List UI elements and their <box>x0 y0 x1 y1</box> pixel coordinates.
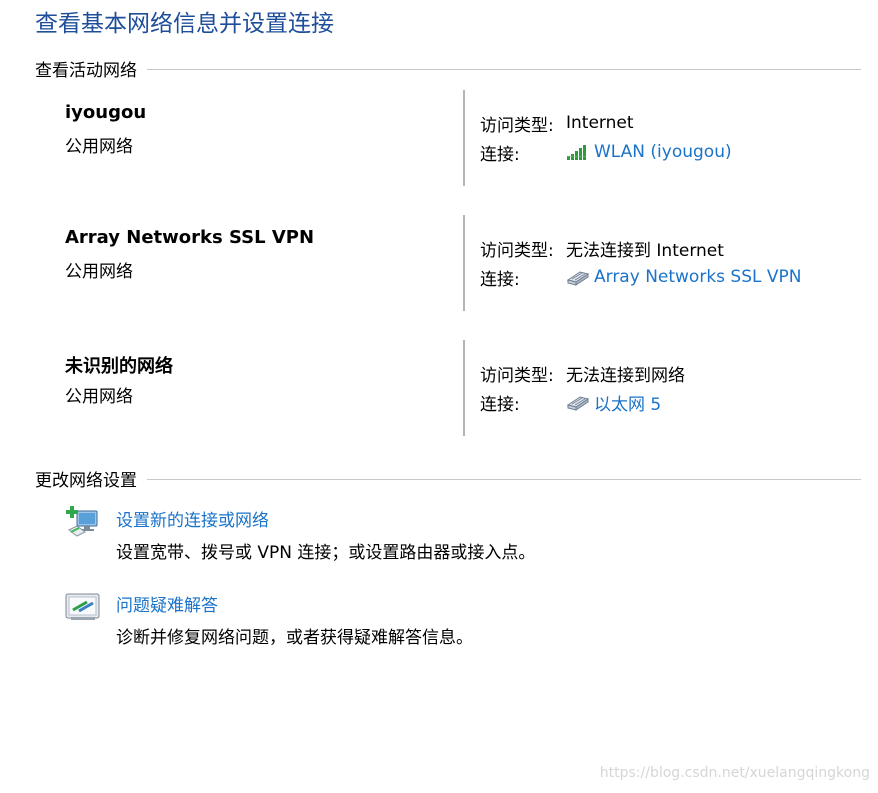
network-name: Array Networks SSL VPN <box>65 227 315 248</box>
new-connection-link[interactable]: 设置新的连接或网络 <box>116 506 269 531</box>
connection-link[interactable]: WLAN (iyougou) <box>594 142 732 162</box>
section-rule <box>147 68 861 70</box>
access-type-value: 无法连接到网络 <box>566 365 685 386</box>
network-name: iyougou <box>65 102 147 123</box>
access-type-row: 访问类型: 无法连接到 Internet <box>480 236 724 261</box>
task-item: 问题疑难解答 诊断并修复网络问题，或者获得疑难解答信息。 <box>0 591 878 651</box>
network-entry: Array Networks SSL VPN 公用网络 访问类型: 无法连接到 … <box>0 215 878 311</box>
network-category[interactable]: 公用网络 <box>65 382 133 407</box>
network-name: 未识别的网络 <box>65 356 173 377</box>
network-category[interactable]: 公用网络 <box>65 132 133 157</box>
vertical-divider <box>463 90 465 186</box>
network-details: 访问类型: 无法连接到网络 连接: 以太网 5 <box>480 340 870 436</box>
ethernet-icon <box>566 392 594 412</box>
ethernet-icon <box>566 267 594 287</box>
access-type-value: Internet <box>566 113 634 133</box>
change-settings-header: 更改网络设置 <box>35 466 861 491</box>
troubleshoot-link[interactable]: 问题疑难解答 <box>116 591 218 616</box>
access-type-label: 访问类型: <box>480 115 554 136</box>
section-rule <box>147 478 861 480</box>
connection-row: 连接: WLAN (iyougou) <box>480 140 732 165</box>
watermark: https://blog.csdn.net/xuelangqingkong <box>599 765 870 781</box>
wifi-signal-icon <box>566 142 594 162</box>
network-details: 访问类型: Internet 连接: WLAN (iyougou) <box>480 90 870 186</box>
active-networks-header: 查看活动网络 <box>35 56 861 81</box>
change-settings-header-label: 更改网络设置 <box>35 470 137 491</box>
new-connection-icon <box>65 506 101 538</box>
vertical-divider <box>463 215 465 311</box>
connection-row: 连接: 以太网 5 <box>480 390 661 415</box>
connection-row: 连接: Array Networks SSL VPN <box>480 265 802 290</box>
access-type-row: 访问类型: Internet <box>480 111 634 136</box>
troubleshoot-icon <box>65 591 101 623</box>
network-details: 访问类型: 无法连接到 Internet 连接: Array Networks … <box>480 215 870 311</box>
connection-label: 连接: <box>480 394 520 415</box>
new-connection-description: 设置宽带、拨号或 VPN 连接；或设置路由器或接入点。 <box>116 543 536 563</box>
network-category[interactable]: 公用网络 <box>65 257 133 282</box>
access-type-value: 无法连接到 Internet <box>566 240 724 261</box>
connection-link[interactable]: Array Networks SSL VPN <box>594 267 802 287</box>
connection-label: 连接: <box>480 269 520 290</box>
troubleshoot-description: 诊断并修复网络问题，或者获得疑难解答信息。 <box>116 628 473 648</box>
access-type-label: 访问类型: <box>480 365 554 386</box>
connection-label: 连接: <box>480 144 520 165</box>
task-item: 设置新的连接或网络 设置宽带、拨号或 VPN 连接；或设置路由器或接入点。 <box>0 506 878 566</box>
vertical-divider <box>463 340 465 436</box>
active-networks-header-label: 查看活动网络 <box>35 60 137 81</box>
access-type-row: 访问类型: 无法连接到网络 <box>480 361 685 386</box>
network-entry: iyougou 公用网络 访问类型: Internet 连接: WLAN (iy… <box>0 90 878 186</box>
access-type-label: 访问类型: <box>480 240 554 261</box>
network-entry: 未识别的网络 公用网络 访问类型: 无法连接到网络 连接: 以太网 5 <box>0 340 878 436</box>
page-title: 查看基本网络信息并设置连接 <box>35 11 334 37</box>
connection-link[interactable]: 以太网 5 <box>594 390 661 415</box>
